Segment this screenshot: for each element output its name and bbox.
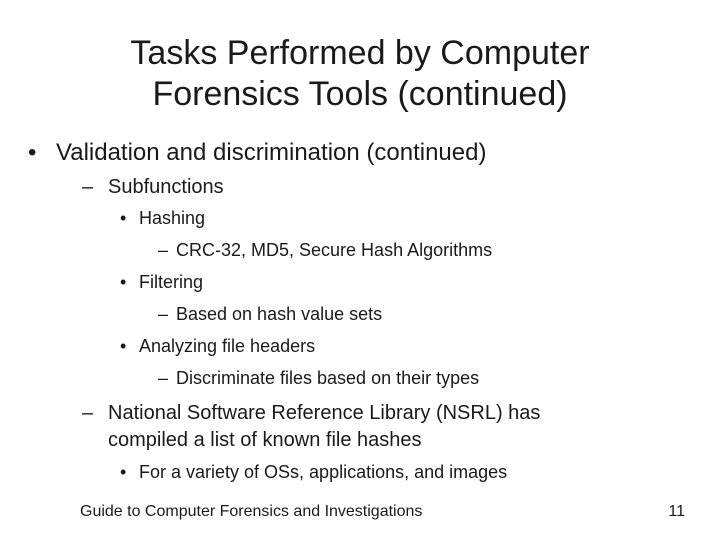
dash-marker: – [158, 368, 169, 388]
bullet-nsrl-line-2: compiled a list of known file hashes [108, 429, 422, 451]
slide-title-line-1: Tasks Performed by Computer [130, 34, 590, 72]
bullet-discriminate-files: Discriminate files based on their types [176, 368, 480, 388]
dash-marker: – [158, 240, 169, 260]
dash-marker: – [158, 304, 169, 324]
bullet-filtering: Filtering [139, 272, 204, 292]
bullet-marker: • [120, 208, 127, 228]
bullet-marker: • [28, 139, 37, 166]
bullet-hash-value-sets: Based on hash value sets [176, 304, 383, 324]
bullet-analyzing-file-headers: Analyzing file headers [139, 336, 316, 356]
page-number: 11 [668, 503, 685, 520]
dash-marker: – [82, 402, 94, 424]
bullet-marker: • [120, 462, 127, 482]
bullet-validation-discrimination: Validation and discrimination (continued… [56, 139, 487, 166]
footer-book-title: Guide to Computer Forensics and Investig… [80, 503, 423, 520]
dash-marker: – [82, 176, 94, 198]
bullet-subfunctions: Subfunctions [108, 176, 224, 198]
bullet-hashing: Hashing [139, 208, 206, 228]
slide-title-line-2: Forensics Tools (continued) [152, 75, 568, 113]
bullet-variety-of-oss: For a variety of OSs, applications, and … [139, 462, 508, 482]
bullet-hash-algorithms: CRC-32, MD5, Secure Hash Algorithms [176, 240, 493, 260]
slide-title: Tasks Performed by Computer Forensics To… [0, 33, 720, 115]
bullet-marker: • [120, 336, 127, 356]
bullet-nsrl-line-1: National Software Reference Library (NSR… [108, 402, 541, 424]
bullet-marker: • [120, 272, 127, 292]
